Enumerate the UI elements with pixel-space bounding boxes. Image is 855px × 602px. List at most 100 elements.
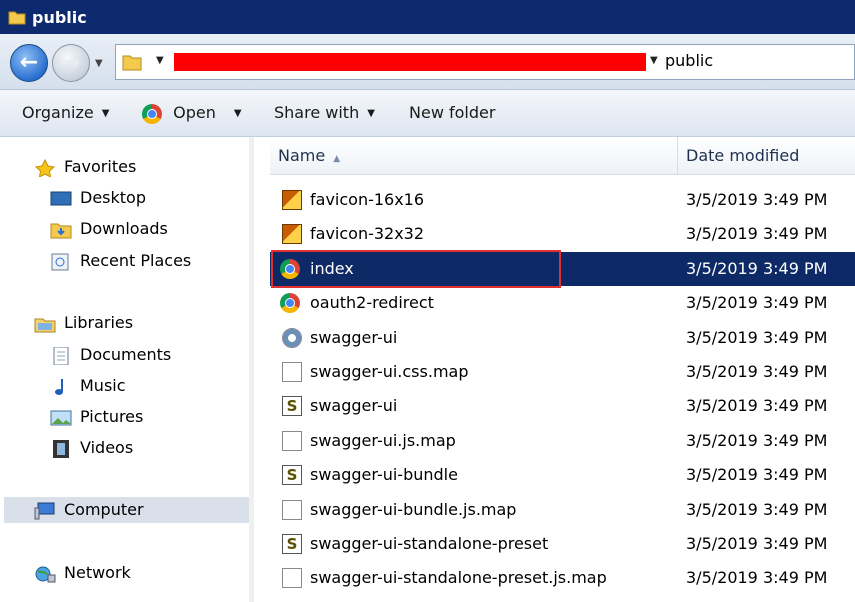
nav-computer[interactable]: Computer <box>4 497 249 523</box>
file-row[interactable]: favicon-16x16 3/5/2019 3:49 PM <box>270 183 855 217</box>
nav-label: Music <box>80 376 126 395</box>
nav-label: Computer <box>64 500 144 519</box>
nav-label: Favorites <box>64 157 137 176</box>
file-name: favicon-16x16 <box>310 190 425 209</box>
nav-recent-places[interactable]: Recent Places <box>50 248 191 274</box>
file-row[interactable]: swagger-ui-standalone-preset 3/5/2019 3:4… <box>270 527 855 561</box>
script-icon <box>282 534 302 554</box>
downloads-folder-icon <box>50 223 72 238</box>
nav-pictures[interactable]: Pictures <box>50 404 143 430</box>
nav-libraries[interactable]: Libraries <box>34 310 133 336</box>
computer-icon <box>34 502 55 519</box>
address-bar-area: ← → ▼ ▼ ▼ public <box>0 34 855 90</box>
redacted-path <box>174 53 646 71</box>
recent-pages-dropdown[interactable]: ▼ <box>95 58 103 69</box>
file-row[interactable]: swagger-ui 3/5/2019 3:49 PM <box>270 389 855 423</box>
file-row[interactable]: favicon-32x32 3/5/2019 3:49 PM <box>270 217 855 251</box>
folder-icon <box>122 55 142 71</box>
column-label: Date modified <box>686 146 800 165</box>
sort-ascending-icon: ▲ <box>333 154 341 164</box>
file-date-modified: 3/5/2019 3:49 PM <box>686 327 828 347</box>
column-header-date-modified[interactable]: Date modified <box>678 137 855 175</box>
document-icon <box>282 499 302 520</box>
libraries-icon <box>34 318 56 332</box>
command-bar: Organize ▼ Open ▼ Share with ▼ New folder <box>0 90 855 137</box>
new-folder-button[interactable]: New folder <box>409 90 495 136</box>
chevron-down-icon: ▼ <box>101 107 110 119</box>
file-name: swagger-ui <box>310 396 398 416</box>
image-icon <box>282 190 302 210</box>
file-list-pane: Name ▲ Date modified favicon-16x16 3/5/201… <box>254 137 855 602</box>
script-icon <box>282 396 302 417</box>
nav-label: Videos <box>80 438 134 457</box>
file-name: swagger-ui-bundle <box>310 465 458 485</box>
nav-label: Downloads <box>80 219 168 238</box>
file-date-modified: 3/5/2019 3:49 PM <box>686 224 828 244</box>
file-date-modified: 3/5/2019 3:49 PM <box>686 499 828 519</box>
forward-button[interactable]: → <box>52 44 90 82</box>
navigation-pane: Favorites Desktop Downloads Recent Place… <box>0 137 249 602</box>
document-icon <box>282 362 302 382</box>
organize-label: Organize <box>22 103 94 122</box>
open-button[interactable]: Open ▼ <box>142 90 242 136</box>
file-name: oauth2-redirect <box>310 293 434 313</box>
chevron-down-icon[interactable]: ▼ <box>234 108 242 119</box>
recent-places-icon <box>51 253 69 270</box>
pictures-icon <box>50 410 72 425</box>
document-icon <box>282 568 302 589</box>
file-row[interactable]: swagger-ui.js.map 3/5/2019 3:49 PM <box>270 424 855 458</box>
file-date-modified: 3/5/2019 3:49 PM <box>686 362 828 381</box>
chevron-down-icon[interactable]: ▼ <box>650 55 658 66</box>
file-date-modified: 3/5/2019 3:49 PM <box>686 465 828 485</box>
column-label: Name <box>278 146 326 165</box>
nav-music[interactable]: Music <box>50 373 126 399</box>
file-date-modified: 3/5/2019 3:49 PM <box>686 534 828 553</box>
file-date-modified: 3/5/2019 3:49 PM <box>686 190 828 209</box>
film-strip-icon <box>53 439 69 458</box>
file-name: swagger-ui-bundle.js.map <box>310 499 517 519</box>
file-date-modified: 3/5/2019 3:49 PM <box>686 568 828 588</box>
chevron-down-icon[interactable]: ▼ <box>156 55 164 66</box>
file-row[interactable]: oauth2-redirect 3/5/2019 3:49 PM <box>270 286 855 320</box>
nav-downloads[interactable]: Downloads <box>50 216 168 242</box>
file-row[interactable]: swagger-ui-standalone-preset.js.map 3/5/2… <box>270 561 855 595</box>
document-icon <box>282 430 302 451</box>
address-field[interactable]: ▼ ▼ public <box>115 44 855 80</box>
nav-label: Desktop <box>80 188 146 207</box>
folder-icon <box>8 11 26 25</box>
file-row[interactable]: swagger-ui-bundle 3/5/2019 3:49 PM <box>270 458 855 492</box>
nav-favorites[interactable]: Favorites <box>34 154 136 180</box>
nav-label: Libraries <box>64 313 134 332</box>
file-name: swagger-ui-standalone-preset.js.map <box>310 568 607 588</box>
network-globe-icon <box>35 566 56 582</box>
nav-label: Network <box>64 563 131 582</box>
file-row[interactable]: swagger-ui 3/5/2019 3:49 PM <box>270 321 855 355</box>
nav-desktop[interactable]: Desktop <box>50 185 146 211</box>
title-bar: public <box>0 0 855 34</box>
nav-label: Recent Places <box>80 251 192 270</box>
file-name: swagger-ui.js.map <box>310 430 456 450</box>
highlight-annotation-box <box>271 250 561 288</box>
open-label: Open <box>173 103 216 122</box>
file-date-modified: 3/5/2019 3:49 PM <box>686 258 828 278</box>
column-header-name[interactable]: Name ▲ <box>270 137 678 175</box>
image-icon <box>282 224 302 245</box>
documents-icon <box>53 346 69 365</box>
file-row[interactable]: swagger-ui-bundle.js.map 3/5/2019 3:49 PM <box>270 493 855 527</box>
nav-label: Pictures <box>80 407 144 426</box>
window-title: public <box>32 7 87 27</box>
organize-button[interactable]: Organize ▼ <box>22 90 109 136</box>
breadcrumb-current[interactable]: public <box>665 51 713 70</box>
share-with-button[interactable]: Share with ▼ <box>274 90 375 136</box>
chrome-icon <box>142 103 162 124</box>
back-arrow-icon: ← <box>19 50 39 75</box>
nav-documents[interactable]: Documents <box>50 342 171 368</box>
back-button[interactable]: ← <box>10 44 48 82</box>
desktop-icon <box>50 191 72 205</box>
forward-arrow-icon: → <box>61 50 81 75</box>
nav-network[interactable]: Network <box>34 560 131 586</box>
nav-videos[interactable]: Videos <box>50 435 133 461</box>
file-date-modified: 3/5/2019 3:49 PM <box>686 293 828 313</box>
file-row[interactable]: swagger-ui.css.map 3/5/2019 3:49 PM <box>270 355 855 389</box>
share-with-label: Share with <box>274 103 360 122</box>
